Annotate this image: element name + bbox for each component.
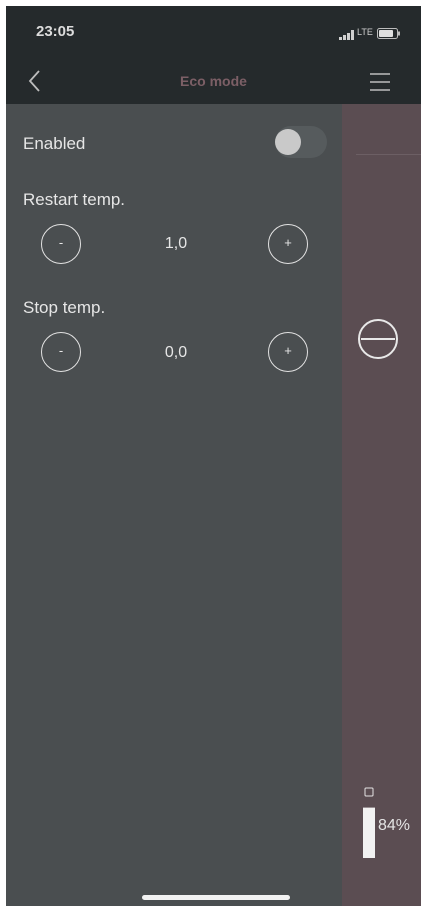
side-divider	[356, 154, 421, 155]
home-indicator[interactable]	[142, 895, 290, 900]
signal-bars-icon	[339, 30, 354, 40]
carrier-label: LTE	[357, 27, 373, 37]
minus-circle-icon[interactable]	[356, 317, 400, 361]
status-time: 23:05	[36, 23, 75, 40]
stop-temp-value: 0,0	[164, 344, 188, 361]
battery-fill	[363, 807, 375, 858]
status-bar: 23:05 LTE	[6, 6, 421, 58]
enabled-label: Enabled	[23, 134, 86, 153]
phone-screen: 23:05 LTE Eco mode Enabled Restart temp.…	[6, 6, 421, 906]
side-panel: 84%	[342, 104, 421, 906]
battery-icon	[377, 28, 400, 39]
stop-temp-label: Stop temp.	[23, 298, 106, 317]
battery-percent: 84%	[378, 817, 411, 834]
stop-decrement-button[interactable]: -	[41, 332, 81, 372]
settings-panel: Enabled Restart temp. - 1,0 + Stop temp.…	[6, 104, 342, 906]
restart-increment-button[interactable]: +	[268, 224, 308, 264]
page-title: Eco mode	[180, 73, 247, 89]
hamburger-menu-icon[interactable]	[367, 70, 393, 94]
toggle-knob	[275, 129, 301, 155]
restart-temp-label: Restart temp.	[23, 190, 126, 209]
stop-increment-button[interactable]: +	[268, 332, 308, 372]
battery-level-indicator	[363, 787, 375, 858]
enabled-toggle[interactable]	[275, 126, 327, 158]
restart-temp-value: 1,0	[164, 235, 188, 252]
restart-decrement-button[interactable]: -	[41, 224, 81, 264]
navigation-bar: Eco mode	[6, 58, 421, 104]
